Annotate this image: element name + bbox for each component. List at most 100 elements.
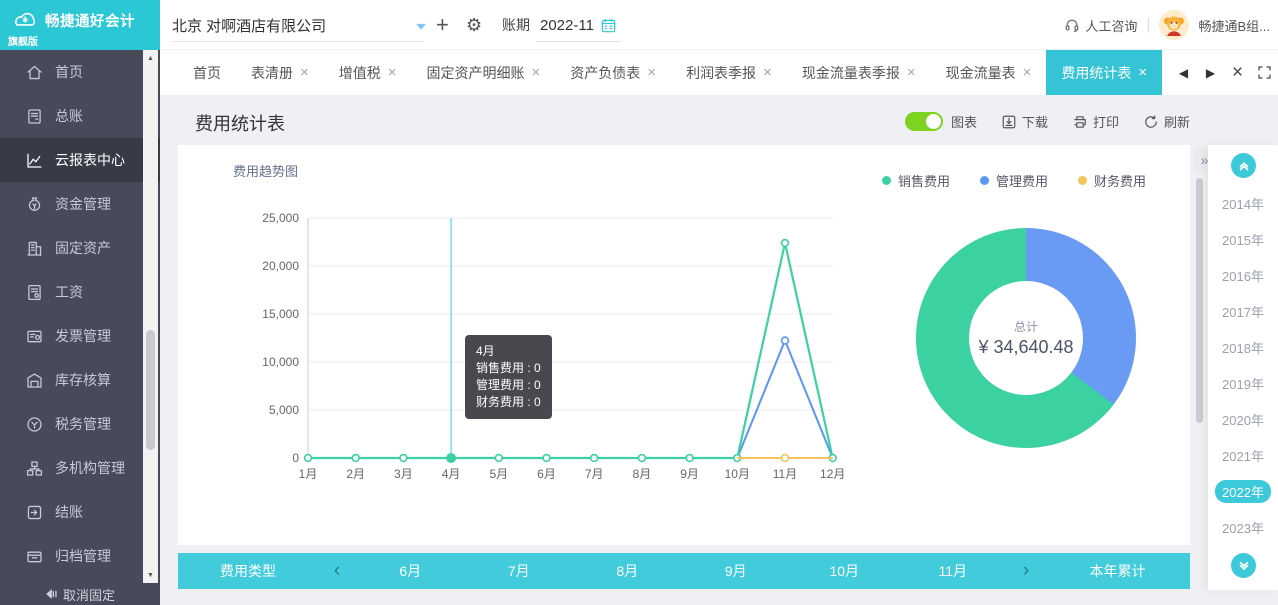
year-item[interactable]: 2022年	[1208, 473, 1278, 509]
sidebar-item-6[interactable]: 工资	[0, 270, 160, 314]
live-help-button[interactable]: 人工咨询	[1064, 16, 1137, 35]
year-item[interactable]: 2015年	[1208, 221, 1278, 257]
years-down-icon[interactable]	[1231, 553, 1256, 578]
tab-close-icon[interactable]: ×	[300, 64, 309, 81]
years-up-icon[interactable]	[1231, 153, 1256, 178]
sidebar-item-label: 结账	[55, 502, 83, 522]
user-avatar[interactable]	[1159, 10, 1189, 40]
sidebar: 首页总账云报表中心资金管理固定资产工资发票管理库存核算税务管理多机构管理结账归档…	[0, 50, 160, 605]
svg-text:4月: 4月	[442, 467, 461, 481]
tooltip-line: 财务费用 : 0	[476, 394, 541, 411]
expense-type-column: 费用类型	[178, 561, 318, 581]
tab-close-icon[interactable]: ×	[647, 64, 656, 81]
sidebar-item-1[interactable]: 首页	[0, 50, 160, 94]
download-button[interactable]: 下载	[1001, 112, 1048, 131]
year-item[interactable]: 2021年	[1208, 437, 1278, 473]
legend-dot	[882, 176, 891, 185]
chevron-down-icon: ▾	[416, 19, 426, 33]
close-all-tabs-icon[interactable]: ×	[1224, 50, 1251, 95]
year-item[interactable]: 2017年	[1208, 293, 1278, 329]
refresh-icon	[1143, 114, 1159, 130]
tab-close-icon[interactable]: ×	[532, 64, 541, 81]
tab-9[interactable]: 费用统计表 ×	[1046, 50, 1162, 95]
month-column: 6月	[356, 561, 465, 581]
chart-toggle[interactable]: 图表	[905, 112, 977, 131]
svg-text:10,000: 10,000	[262, 355, 299, 369]
sidebar-item-2[interactable]: 总账	[0, 94, 160, 138]
toggle-switch[interactable]	[905, 112, 943, 131]
sidebar-item-3[interactable]: 云报表中心	[0, 138, 160, 182]
sidebar-scroll-thumb[interactable]	[146, 330, 155, 450]
year-item[interactable]: 2023年	[1208, 509, 1278, 545]
sidebar-item-label: 税务管理	[55, 414, 111, 434]
sidebar-item-4[interactable]: 资金管理	[0, 182, 160, 226]
year-item[interactable]: 2019年	[1208, 365, 1278, 401]
sidebar-item-9[interactable]: 税务管理	[0, 402, 160, 446]
tab-scroll-left-icon[interactable]: ◀	[1170, 50, 1197, 95]
sidebar-item-12[interactable]: 归档管理	[0, 534, 160, 578]
year-item[interactable]: 2020年	[1208, 401, 1278, 437]
unpin-sidebar-button[interactable]: 取消固定	[0, 583, 160, 605]
tab-label: 现金流量表季报	[802, 63, 900, 83]
year-label: 2015年	[1222, 230, 1264, 249]
year-item[interactable]: 2014年	[1208, 185, 1278, 221]
tab-close-icon[interactable]: ×	[1138, 64, 1147, 81]
fullscreen-icon[interactable]	[1251, 50, 1278, 95]
cloud-report-icon	[25, 151, 44, 170]
tab-6[interactable]: 利润表季报×	[671, 50, 787, 95]
tab-label: 固定资产明细账	[427, 63, 525, 83]
content-scroll-thumb[interactable]	[1196, 178, 1203, 423]
sidebar-scrollbar[interactable]: ▲ ▼	[143, 50, 158, 583]
year-item[interactable]: 2018年	[1208, 329, 1278, 365]
legend-label: 财务费用	[1094, 171, 1146, 190]
app-window: 畅捷通好会计 旗舰版 首页总账云报表中心资金管理固定资产工资发票管理库存核算税务…	[0, 0, 1278, 605]
sidebar-item-10[interactable]: 多机构管理	[0, 446, 160, 490]
legend-label: 销售费用	[898, 171, 950, 190]
brand-block: 畅捷通好会计 旗舰版	[0, 0, 160, 50]
months-prev-icon[interactable]: ‹	[318, 560, 356, 582]
add-account-button[interactable]: +	[436, 0, 449, 50]
period-value: 2022-11	[540, 17, 594, 34]
sidebar-item-label: 工资	[55, 282, 83, 302]
tooltip-title: 4月	[476, 343, 541, 360]
tab-5[interactable]: 资产负债表×	[555, 50, 671, 95]
tab-3[interactable]: 增值税×	[324, 50, 412, 95]
months-next-icon[interactable]: ›	[1007, 560, 1045, 582]
svg-text:10月: 10月	[725, 467, 750, 481]
tab-close-icon[interactable]: ×	[388, 64, 397, 81]
tab-4[interactable]: 固定资产明细账 ×	[412, 50, 556, 95]
tab-close-icon[interactable]: ×	[1023, 64, 1032, 81]
page-title: 费用统计表	[195, 110, 285, 136]
legend-item[interactable]: 销售费用	[882, 171, 950, 190]
year-item[interactable]: 2016年	[1208, 257, 1278, 293]
tab-close-icon[interactable]: ×	[907, 64, 916, 81]
year-label: 2017年	[1222, 302, 1264, 321]
scroll-up-icon[interactable]: ▲	[143, 50, 158, 66]
svg-text:1月: 1月	[299, 467, 318, 481]
user-name[interactable]: 畅捷通B组...	[1198, 16, 1270, 35]
tab-label: 表清册	[251, 63, 293, 83]
tab-8[interactable]: 现金流量表×	[931, 50, 1047, 95]
sidebar-item-8[interactable]: 库存核算	[0, 358, 160, 402]
company-selector[interactable]: 北京 对啊酒店有限公司 ▾	[172, 10, 424, 42]
year-label: 2022年	[1215, 480, 1271, 503]
tab-7[interactable]: 现金流量表季报 ×	[787, 50, 931, 95]
tab-scroll-right-icon[interactable]: ▶	[1197, 50, 1224, 95]
refresh-button[interactable]: 刷新	[1143, 112, 1190, 131]
period-selector[interactable]: 2022-11	[536, 10, 621, 42]
tab-label: 费用统计表	[1061, 63, 1131, 83]
brand-name: 畅捷通好会计	[45, 10, 135, 31]
settings-gear-icon[interactable]: ⚙	[466, 0, 482, 50]
edition-badge: 旗舰版	[8, 33, 38, 48]
sidebar-item-7[interactable]: 发票管理	[0, 314, 160, 358]
tab-close-icon[interactable]: ×	[763, 64, 772, 81]
tab-1[interactable]: 首页	[178, 50, 236, 95]
unpin-icon	[45, 587, 59, 601]
print-button[interactable]: 打印	[1072, 112, 1119, 131]
tab-2[interactable]: 表清册 ×	[236, 50, 324, 95]
legend-item[interactable]: 财务费用	[1078, 171, 1146, 190]
sidebar-item-5[interactable]: 固定资产	[0, 226, 160, 270]
legend-item[interactable]: 管理费用	[980, 171, 1048, 190]
sidebar-item-11[interactable]: 结账	[0, 490, 160, 534]
scroll-down-icon[interactable]: ▼	[143, 567, 158, 583]
